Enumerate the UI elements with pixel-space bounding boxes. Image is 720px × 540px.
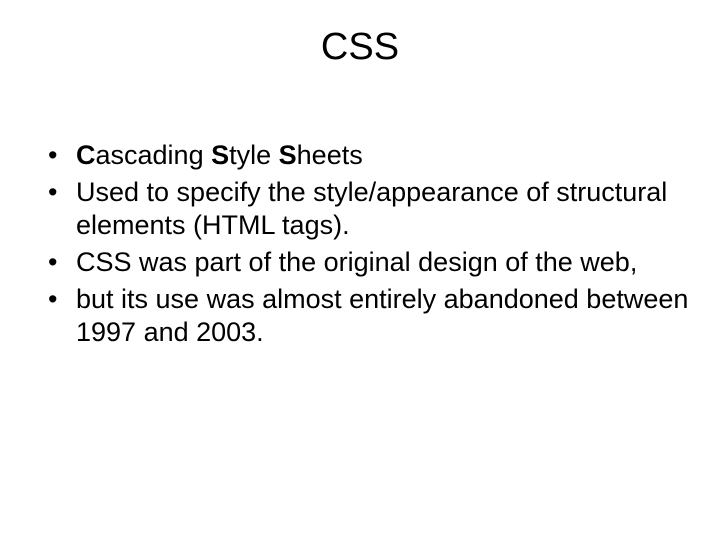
bullet-list: Cascading Style Sheets Used to specify t… — [48, 139, 690, 349]
bold-text: C — [76, 140, 96, 170]
list-item: CSS was part of the original design of t… — [48, 246, 690, 279]
bold-text: S — [279, 140, 297, 170]
text-span: tyle — [229, 140, 279, 170]
text-span: ascading — [96, 140, 212, 170]
list-item: Cascading Style Sheets — [48, 139, 690, 172]
text-span: Used to specify the style/appearance of … — [76, 177, 667, 240]
list-item: Used to specify the style/appearance of … — [48, 176, 690, 242]
slide-title: CSS — [30, 26, 690, 69]
text-span: CSS was part of the original design of t… — [76, 247, 637, 277]
slide: CSS Cascading Style Sheets Used to speci… — [0, 0, 720, 540]
list-item: but its use was almost entirely abandone… — [48, 283, 690, 349]
text-span: heets — [297, 140, 363, 170]
text-span: but its use was almost entirely abandone… — [76, 284, 688, 347]
bold-text: S — [211, 140, 229, 170]
